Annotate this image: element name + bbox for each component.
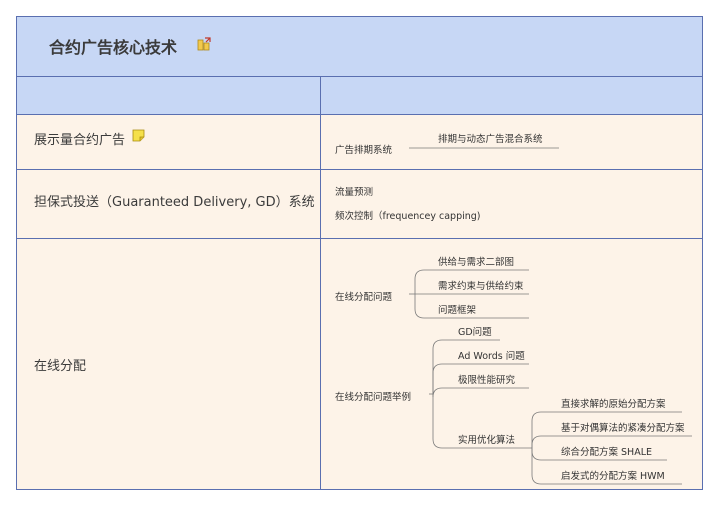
node-bipartite-graph: 供给与需求二部图 [438,257,515,268]
node-dual-compact: 基于对偶算法的紧凑分配方案 [561,423,685,434]
node-practical-algorithms: 实用优化算法 [458,435,516,446]
node-gd-problem: GD问题 [458,327,492,338]
node-shale: 综合分配方案 SHALE [561,447,652,458]
connector-lines [409,147,692,485]
node-allocation-examples: 在线分配问题举例 [335,392,412,403]
node-primal-solution: 直接求解的原始分配方案 [561,399,666,410]
node-limit-performance: 极限性能研究 [458,375,516,386]
column-divider [320,77,321,490]
node-constraints: 需求约束与供给约束 [438,281,524,292]
node-problem-framework: 问题框架 [438,305,477,316]
node-adwords-problem: Ad Words 问题 [458,351,525,362]
node-hwm: 启发式的分配方案 HWM [561,471,665,482]
mindmap-table: 合约广告核心技术 展示量合约广告 广告排期系统 排期与动态广告混合系统 担保式投… [16,16,703,490]
node-online-allocation-problem: 在线分配问题 [335,292,393,303]
